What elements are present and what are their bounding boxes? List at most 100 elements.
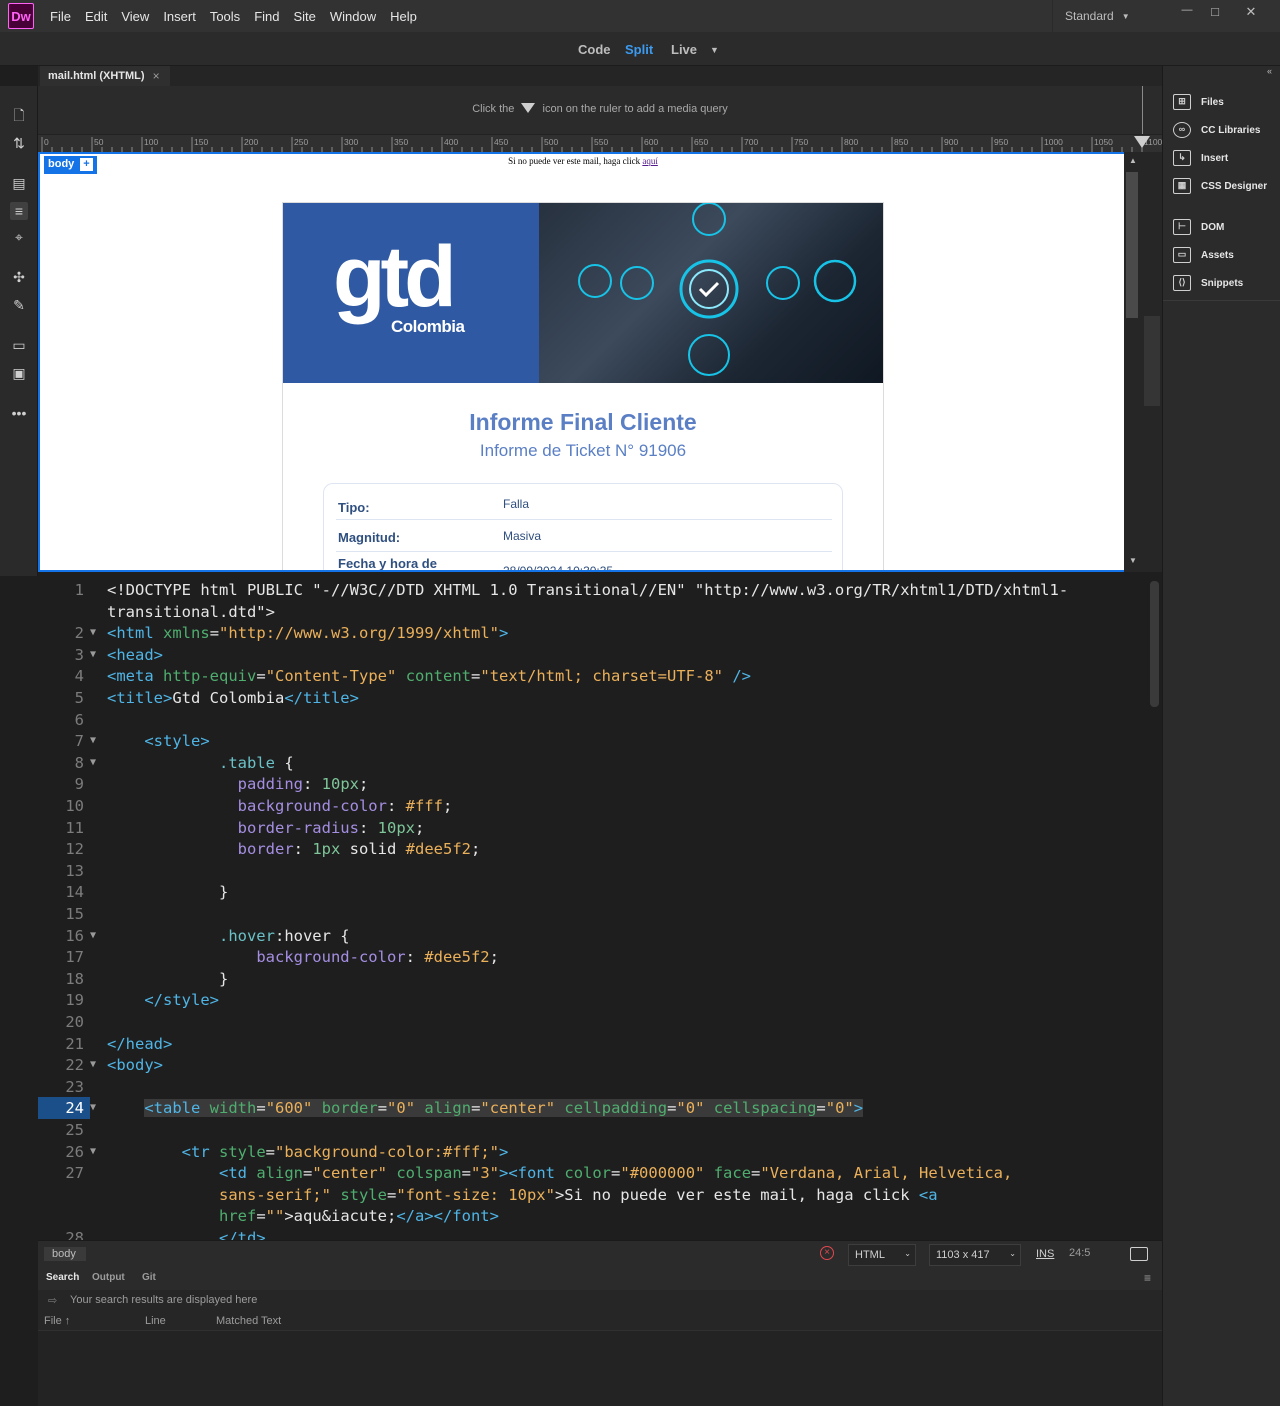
pen-icon[interactable]: ✎ xyxy=(10,296,28,314)
line-number[interactable]: 21 xyxy=(38,1033,84,1055)
code-text[interactable]: transitional.dtd"> xyxy=(107,601,275,623)
code-scrollbar[interactable] xyxy=(1148,577,1162,1240)
tab-output[interactable]: Output xyxy=(92,1272,125,1283)
line-number[interactable]: 7 xyxy=(38,730,84,752)
document-type-select[interactable]: HTML ⌄ xyxy=(848,1244,916,1266)
fold-toggle-icon[interactable]: ▼ xyxy=(90,752,96,774)
code-line[interactable]: 4 <meta http-equiv="Content-Type" content… xyxy=(38,665,1148,687)
code-line[interactable]: 3 ▼ <head> xyxy=(38,644,1148,666)
line-number[interactable]: 16 xyxy=(38,925,84,947)
code-text[interactable]: <table width="600" border="0" align="cen… xyxy=(107,1097,864,1119)
panel-cc-libraries[interactable]: ∞ CC Libraries xyxy=(1173,119,1260,141)
preview-icon[interactable] xyxy=(1130,1247,1148,1261)
split-view-button[interactable]: Split xyxy=(625,42,653,57)
menu-file[interactable]: File xyxy=(50,9,71,24)
tag-selector[interactable]: body xyxy=(44,1247,86,1261)
code-line[interactable]: 12 border: 1px solid #dee5f2; xyxy=(38,838,1148,860)
panel-assets[interactable]: ▭ Assets xyxy=(1173,244,1234,266)
code-text[interactable]: <meta http-equiv="Content-Type" content=… xyxy=(107,665,751,687)
line-number[interactable]: 9 xyxy=(38,773,84,795)
minimize-button[interactable]: — xyxy=(1174,4,1200,24)
ruler-triangle-icon[interactable] xyxy=(1134,136,1150,148)
tab-git[interactable]: Git xyxy=(142,1272,156,1283)
fold-toggle-icon[interactable]: ▼ xyxy=(90,644,96,666)
new-document-icon[interactable]: 🗋 xyxy=(10,106,28,124)
code-line[interactable]: 13 xyxy=(38,860,1148,882)
page-properties-icon[interactable]: ▤ xyxy=(10,174,28,192)
code-line[interactable]: 20 xyxy=(38,1011,1148,1033)
code-line[interactable]: 16 ▼ .hover:hover { xyxy=(38,925,1148,947)
fold-toggle-icon[interactable]: ▼ xyxy=(90,1054,96,1076)
code-line[interactable]: 5 <title>Gtd Colombia</title> xyxy=(38,687,1148,709)
close-button[interactable]: ✕ xyxy=(1238,4,1264,24)
code-line[interactable]: 18 } xyxy=(38,968,1148,990)
scrollbar-thumb[interactable] xyxy=(1126,172,1138,318)
code-line[interactable]: 9 padding: 10px; xyxy=(38,773,1148,795)
ruler[interactable]: 0 50 100 150 200 250 300 350 400 450 500 550 600 650 7… xyxy=(38,134,1162,153)
menu-find[interactable]: Find xyxy=(254,9,279,24)
code-text[interactable]: border-radius: 10px; xyxy=(107,817,425,839)
code-text[interactable]: <!DOCTYPE html PUBLIC "-//W3C//DTD XHTML… xyxy=(107,579,1068,601)
line-number[interactable]: 24 xyxy=(38,1097,90,1120)
menu-edit[interactable]: Edit xyxy=(85,9,107,24)
document-tab[interactable]: mail.html (XHTML) × xyxy=(40,66,170,86)
line-number[interactable]: 25 xyxy=(38,1119,84,1141)
code-line[interactable]: sans-serif;" style="font-size: 10px">Si … xyxy=(38,1184,1148,1206)
line-number[interactable]: 10 xyxy=(38,795,84,817)
code-text[interactable]: sans-serif;" style="font-size: 10px">Si … xyxy=(107,1184,938,1206)
code-line[interactable]: 25 xyxy=(38,1119,1148,1141)
code-line[interactable]: 28 </td> xyxy=(38,1227,1148,1240)
code-line[interactable]: 24 ▼ <table width="600" border="0" align=… xyxy=(38,1097,1148,1120)
file-transfer-icon[interactable]: ⇅ xyxy=(10,134,28,152)
line-number[interactable]: 13 xyxy=(38,860,84,882)
code-text[interactable]: <style> xyxy=(107,730,209,752)
chevron-down-icon[interactable]: ▼ xyxy=(710,45,719,55)
target-icon[interactable]: ⌖ xyxy=(10,228,28,246)
restore-button[interactable]: □ xyxy=(1202,4,1228,24)
line-number[interactable]: 1 xyxy=(38,579,84,601)
split-resize-handle[interactable] xyxy=(1144,316,1160,406)
code-text[interactable]: </head> xyxy=(107,1033,172,1055)
line-number[interactable]: 4 xyxy=(38,665,84,687)
panel-insert[interactable]: ↳ Insert xyxy=(1173,147,1228,169)
code-text[interactable]: <title>Gtd Colombia</title> xyxy=(107,687,359,709)
column-file[interactable]: File ↑ xyxy=(44,1315,70,1327)
code-text[interactable]: background-color: #fff; xyxy=(107,795,453,817)
line-number[interactable]: 28 xyxy=(38,1227,84,1240)
expand-icon[interactable]: ✣ xyxy=(10,268,28,286)
code-line[interactable]: 23 xyxy=(38,1076,1148,1098)
scroll-down-arrow-icon[interactable]: ▼ xyxy=(1124,556,1142,565)
column-line[interactable]: Line xyxy=(145,1315,166,1327)
menu-site[interactable]: Site xyxy=(293,9,315,24)
close-icon[interactable]: × xyxy=(153,69,160,83)
insert-mode[interactable]: INS xyxy=(1036,1248,1054,1260)
image-icon[interactable]: ▣ xyxy=(10,364,28,382)
tab-search[interactable]: Search xyxy=(46,1272,79,1283)
window-size-select[interactable]: 1103 x 417 ⌄ xyxy=(929,1244,1021,1266)
more-icon[interactable]: ••• xyxy=(10,404,28,422)
code-text[interactable]: </td> xyxy=(107,1227,266,1240)
code-line[interactable]: href="">aqu&iacute;</a></font> xyxy=(38,1205,1148,1227)
code-view-button[interactable]: Code xyxy=(578,42,611,57)
line-number[interactable]: 23 xyxy=(38,1076,84,1098)
menu-help[interactable]: Help xyxy=(390,9,417,24)
code-line[interactable]: 26 ▼ <tr style="background-color:#fff;"> xyxy=(38,1141,1148,1163)
code-text[interactable]: <td align="center" colspan="3"><font col… xyxy=(107,1162,1012,1184)
menu-insert[interactable]: Insert xyxy=(163,9,196,24)
code-line[interactable]: 1 <!DOCTYPE html PUBLIC "-//W3C//DTD XHTM… xyxy=(38,579,1148,601)
code-line[interactable]: 15 xyxy=(38,903,1148,925)
code-line[interactable]: 21 </head> xyxy=(38,1033,1148,1055)
line-number[interactable]: 26 xyxy=(38,1141,84,1163)
fold-toggle-icon[interactable]: ▼ xyxy=(90,1097,96,1119)
column-matched-text[interactable]: Matched Text xyxy=(216,1315,281,1327)
collapse-panel-icon[interactable]: « xyxy=(1267,66,1272,76)
panel-dom[interactable]: ⊢ DOM xyxy=(1173,216,1224,238)
code-text[interactable]: .table { xyxy=(107,752,294,774)
line-number[interactable]: 15 xyxy=(38,903,84,925)
code-text[interactable]: padding: 10px; xyxy=(107,773,369,795)
code-text[interactable]: background-color: #dee5f2; xyxy=(107,946,499,968)
code-scrollbar-thumb[interactable] xyxy=(1150,581,1159,707)
code-line[interactable]: 17 background-color: #dee5f2; xyxy=(38,946,1148,968)
code-line[interactable]: 8 ▼ .table { xyxy=(38,752,1148,774)
line-number[interactable]: 14 xyxy=(38,881,84,903)
